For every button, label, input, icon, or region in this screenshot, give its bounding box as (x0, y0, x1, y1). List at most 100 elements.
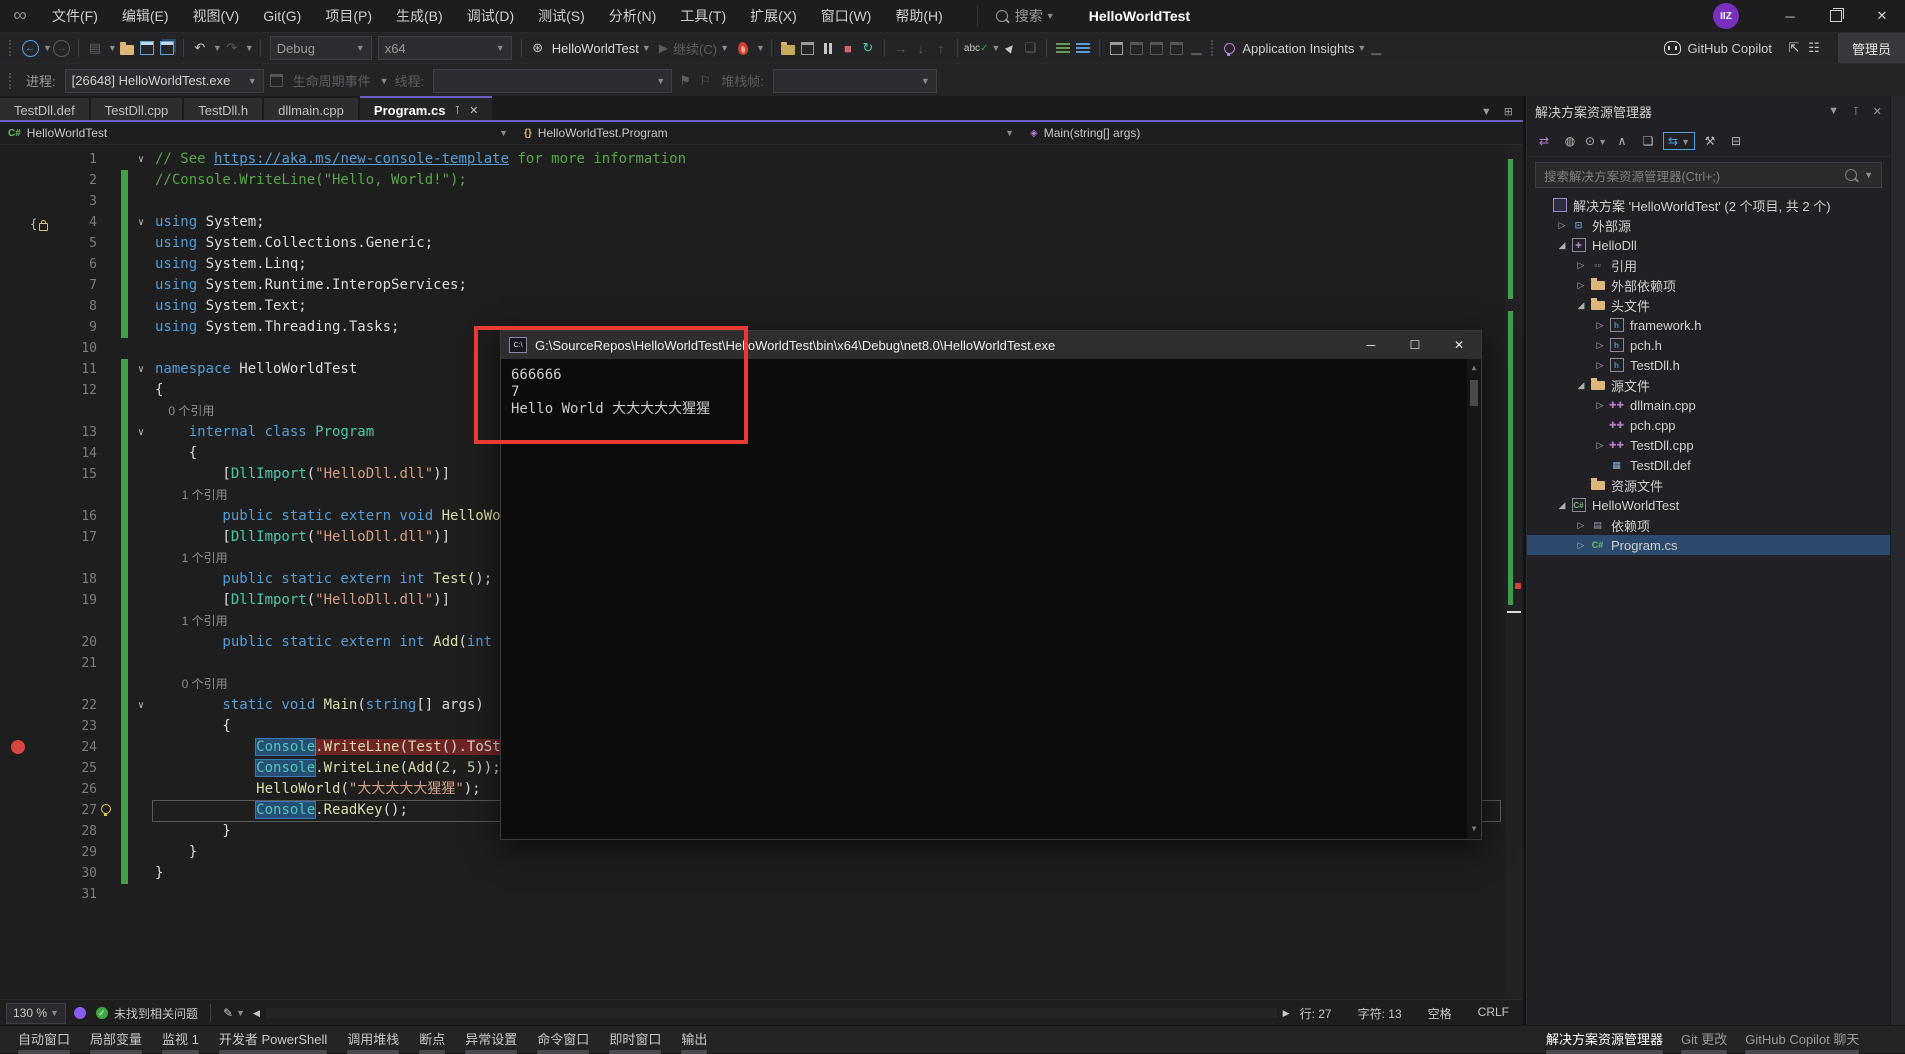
bottom-tab-监视 1[interactable]: 监视 1 (154, 1029, 207, 1054)
start-debug-button[interactable]: HelloWorldTest▼ (552, 41, 651, 56)
window-layout-1-button[interactable] (1126, 37, 1146, 59)
bottom-tab-断点[interactable]: 断点 (411, 1029, 453, 1054)
lightbulb-icon[interactable] (101, 804, 111, 814)
scrollbar-thumb[interactable] (1470, 380, 1478, 406)
code-line[interactable]: 31 (0, 884, 1505, 905)
codelens-references[interactable]: 1 个引用 (155, 485, 228, 506)
breadcrumb-member-dropdown[interactable]: ◈ Main(string[] args) (1022, 122, 1523, 144)
console-maximize-button[interactable]: ☐ (1393, 331, 1437, 359)
user-avatar[interactable]: IIZ (1713, 3, 1739, 29)
expander-icon[interactable]: ◢ (1573, 300, 1589, 311)
title-bar[interactable]: ∞ 文件(F)编辑(E)视图(V)Git(G)项目(P)生成(B)调试(D)测试… (0, 0, 1905, 33)
fold-arrow-icon[interactable]: ∨ (133, 695, 149, 716)
filter-icon[interactable]: ◍ (1559, 134, 1581, 148)
panel-tab-Git 更改[interactable]: Git 更改 (1674, 1029, 1734, 1054)
expander-icon[interactable]: ▷ (1592, 360, 1608, 371)
navigate-back-button[interactable]: ← (20, 37, 40, 59)
thread-dropdown[interactable]: ▼ (433, 69, 672, 93)
tab-TestDll.def[interactable]: TestDll.def (0, 98, 89, 122)
step-over-button[interactable]: ↓ (911, 37, 931, 59)
editor-scrollbar[interactable] (1505, 145, 1523, 999)
expander-icon[interactable]: ▷ (1592, 400, 1608, 411)
panel-close-icon[interactable]: ✕ (1873, 105, 1882, 118)
switch-views-icon[interactable]: ⇄ (1533, 134, 1555, 148)
tree-item-引用[interactable]: ▷▫▫引用 (1527, 255, 1890, 275)
eol-indicator[interactable]: CRLF (1478, 1005, 1509, 1022)
tree-item-HelloWorldTest[interactable]: ◢C#HelloWorldTest (1527, 495, 1890, 515)
solution-search-input[interactable]: 搜索解决方案资源管理器(Ctrl+;) ▼ (1535, 162, 1882, 188)
column-indicator[interactable]: 字符: 13 (1358, 1005, 1402, 1022)
pause-button[interactable] (818, 37, 838, 59)
toolbar-drag-handle[interactable] (9, 73, 15, 89)
tree-item-依赖项[interactable]: ▷▤依赖项 (1527, 515, 1890, 535)
minimize-button[interactable]: ─ (1767, 0, 1813, 32)
code-line[interactable]: 7using System.Runtime.InteropServices; (0, 275, 1505, 296)
code-line[interactable]: 4{∨using System; (0, 212, 1505, 233)
lifecycle-label[interactable]: 生命周期事件 (293, 71, 371, 90)
sync-with-active-document-icon[interactable]: ⇆▼ (1663, 132, 1695, 150)
bottom-tab-自动窗口[interactable]: 自动窗口 (10, 1029, 78, 1054)
navigate-forward-button[interactable]: → (52, 37, 72, 59)
pin-icon[interactable]: ⊺ (454, 104, 460, 117)
step-into-button[interactable]: → (891, 37, 911, 59)
code-line[interactable]: 5using System.Collections.Generic; (0, 233, 1505, 254)
fold-arrow-icon[interactable]: ∨ (133, 359, 149, 380)
solution-configuration-dropdown[interactable]: Debug▼ (270, 36, 372, 60)
copy-icon[interactable]: ❏ (1637, 134, 1659, 148)
tab-dllmain.cpp[interactable]: dllmain.cpp (264, 98, 358, 122)
properties-wrench-icon[interactable]: ⚒ (1699, 134, 1721, 148)
break-all-button[interactable] (798, 37, 818, 59)
chevron-down-icon[interactable]: ▼ (108, 43, 117, 53)
code-line[interactable]: 29 } (0, 842, 1505, 863)
tree-item-外部依赖项[interactable]: ▷外部依赖项 (1527, 275, 1890, 295)
problems-status[interactable]: 未找到相关问题 (114, 1005, 198, 1022)
console-title-bar[interactable]: C:\ G:\SourceRepos\HelloWorldTest\HelloW… (501, 331, 1481, 359)
bottom-tab-调用堆栈[interactable]: 调用堆栈 (339, 1029, 407, 1054)
breadcrumb-project-dropdown[interactable]: C# HelloWorldTest ▼ (0, 122, 516, 144)
share-icon[interactable]: ⇱ (1784, 37, 1804, 59)
menu-item-帮助(H)[interactable]: 帮助(H) (883, 0, 954, 32)
menu-item-测试(S)[interactable]: 测试(S) (526, 0, 597, 32)
menu-item-项目(P)[interactable]: 项目(P) (313, 0, 384, 32)
expander-icon[interactable]: ◢ (1554, 240, 1570, 251)
code-line[interactable]: 8using System.Text; (0, 296, 1505, 317)
scroll-down-arrow-icon[interactable]: ▼ (1472, 820, 1477, 837)
tree-item-HelloDll[interactable]: ◢✚HelloDll (1527, 235, 1890, 255)
console-close-button[interactable]: ✕ (1437, 331, 1481, 359)
scroll-up-arrow-icon[interactable]: ▲ (1472, 359, 1477, 376)
show-output-button[interactable] (778, 37, 798, 59)
panel-tab-解决方案资源管理器[interactable]: 解决方案资源管理器 (1539, 1029, 1670, 1054)
line-indicator[interactable]: 行: 27 (1300, 1005, 1332, 1022)
restore-button[interactable] (1813, 0, 1859, 32)
expander-icon[interactable]: ▷ (1573, 520, 1589, 531)
bottom-tab-局部变量[interactable]: 局部变量 (82, 1029, 150, 1054)
edit-mode-icon[interactable]: ✎ (223, 1006, 233, 1020)
chevron-down-icon[interactable]: ▼ (756, 43, 765, 53)
code-line[interactable]: 3 (0, 191, 1505, 212)
tree-item-外部源[interactable]: ▷⊡外部源 (1527, 215, 1890, 235)
spaces-indicator[interactable]: 空格 (1428, 1005, 1452, 1022)
menu-item-调试(D)[interactable]: 调试(D) (455, 0, 526, 32)
bottom-tab-即时窗口[interactable]: 即时窗口 (601, 1029, 669, 1054)
code-cleanup-button[interactable]: abc✓ (964, 37, 989, 59)
github-copilot-label[interactable]: GitHub Copilot (1687, 41, 1772, 56)
solution-platform-dropdown[interactable]: x64▼ (378, 36, 512, 60)
application-insights-label[interactable]: Application Insights (1242, 41, 1354, 56)
restart-button[interactable]: ↻ (858, 37, 878, 59)
tab-TestDll.h[interactable]: TestDll.h (184, 98, 262, 122)
close-button[interactable]: ✕ (1859, 0, 1905, 32)
console-output[interactable]: 6666667Hello World 大大大大大猩猩 ▲ ▼ (501, 359, 1481, 839)
flag-outline-icon[interactable]: ⚐ (695, 70, 715, 92)
tree-item-pch.h[interactable]: ▷hpch.h (1527, 335, 1890, 355)
bottom-tab-异常设置[interactable]: 异常设置 (457, 1029, 525, 1054)
expander-icon[interactable]: ▷ (1554, 220, 1570, 231)
chevron-down-icon[interactable]: ▼ (213, 43, 222, 53)
tree-item-TestDll.def[interactable]: ▦TestDll.def (1527, 455, 1890, 475)
tree-item-头文件[interactable]: ◢头文件 (1527, 295, 1890, 315)
panel-menu-chevron-icon[interactable]: ▼ (1828, 105, 1839, 118)
scroll-right-arrow-icon[interactable]: ▶ (1283, 1008, 1290, 1019)
new-window-button[interactable] (1106, 37, 1126, 59)
bottom-tab-输出[interactable]: 输出 (673, 1029, 715, 1054)
menu-item-窗口(W)[interactable]: 窗口(W) (809, 0, 884, 32)
expander-icon[interactable]: ▷ (1592, 440, 1608, 451)
